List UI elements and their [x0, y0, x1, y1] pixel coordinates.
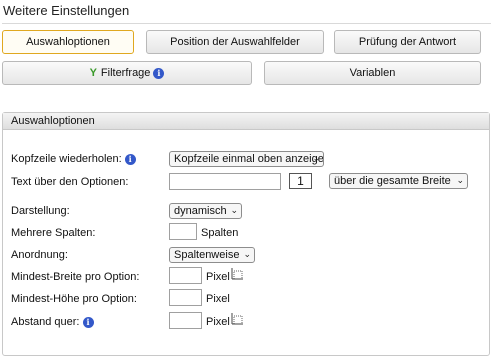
page-title: Weitere Einstellungen: [3, 3, 130, 18]
tab-pruefung-der-antwort[interactable]: Prüfung der Antwort: [334, 30, 481, 54]
tab-auswahloptionen-label: Auswahloptionen: [26, 36, 110, 48]
kopfzeile-label: Kopfzeile wiederholen: i: [11, 153, 136, 165]
darstellung-select-value: dynamisch: [174, 205, 227, 217]
tab-auswahloptionen[interactable]: Auswahloptionen: [2, 30, 134, 54]
mehrere-spalten-label: Mehrere Spalten:: [11, 227, 96, 239]
anordnung-select[interactable]: Spaltenweise ⌄: [169, 247, 255, 263]
auswahloptionen-panel: Auswahloptionen Kopfzeile wiederholen: i …: [2, 112, 490, 356]
tab-variablen[interactable]: Variablen: [264, 61, 481, 85]
tab-pruefung-label: Prüfung der Antwort: [358, 36, 457, 48]
text-ueber-label: Text über den Optionen:: [11, 176, 129, 188]
abstand-quer-unit: Pixel: [206, 316, 230, 328]
anordnung-label: Anordnung:: [11, 249, 68, 261]
ruler-icon[interactable]: [231, 268, 243, 280]
mindest-breite-input[interactable]: [169, 267, 202, 284]
filter-icon: Y: [89, 67, 97, 79]
mindest-breite-label: Mindest-Breite pro Option:: [11, 271, 140, 283]
tab-position-label: Position der Auswahlfelder: [170, 36, 300, 48]
info-icon[interactable]: i: [82, 316, 94, 328]
tab-variablen-label: Variablen: [349, 67, 396, 79]
mindest-breite-unit: Pixel: [206, 271, 230, 283]
darstellung-label: Darstellung:: [11, 205, 70, 217]
chevron-down-icon: ⌄: [243, 249, 251, 259]
mehrere-spalten-input[interactable]: [169, 223, 197, 240]
text-ueber-input[interactable]: [169, 173, 281, 190]
abstand-quer-input[interactable]: [169, 312, 202, 329]
ruler-icon[interactable]: [231, 313, 243, 325]
tab-filterfrage[interactable]: Y Filterfrage i: [2, 61, 252, 85]
chevron-down-icon: ⌄: [312, 153, 320, 163]
tab-filterfrage-label: Filterfrage: [100, 67, 151, 79]
divider: [2, 23, 491, 24]
darstellung-select[interactable]: dynamisch ⌄: [169, 203, 242, 219]
kopfzeile-select-value: Kopfzeile einmal oben anzeigen: [174, 153, 324, 165]
panel-heading: Auswahloptionen: [3, 113, 489, 130]
info-icon[interactable]: i: [153, 67, 165, 79]
anordnung-select-value: Spaltenweise: [174, 249, 240, 261]
mindest-hoehe-label: Mindest-Höhe pro Option:: [11, 293, 137, 305]
abstand-quer-label: Abstand quer: i: [11, 316, 94, 328]
text-ueber-width-select[interactable]: über die gesamte Breite ⌄: [329, 173, 468, 189]
mindest-hoehe-input[interactable]: [169, 289, 202, 306]
tab-position-der-auswahlfelder[interactable]: Position der Auswahlfelder: [146, 30, 324, 54]
kopfzeile-select[interactable]: Kopfzeile einmal oben anzeigen ⌄: [169, 151, 324, 167]
text-ueber-width-value: über die gesamte Breite: [334, 175, 451, 187]
kopfzeile-label-text: Kopfzeile wiederholen:: [11, 153, 122, 165]
spalten-unit: Spalten: [201, 227, 239, 239]
text-ueber-number[interactable]: 1: [289, 173, 312, 189]
chevron-down-icon: ⌄: [230, 205, 238, 215]
mindest-hoehe-unit: Pixel: [206, 293, 230, 305]
abstand-quer-label-text: Abstand quer:: [11, 316, 80, 328]
info-icon[interactable]: i: [124, 153, 136, 165]
chevron-down-icon: ⌄: [456, 175, 464, 185]
